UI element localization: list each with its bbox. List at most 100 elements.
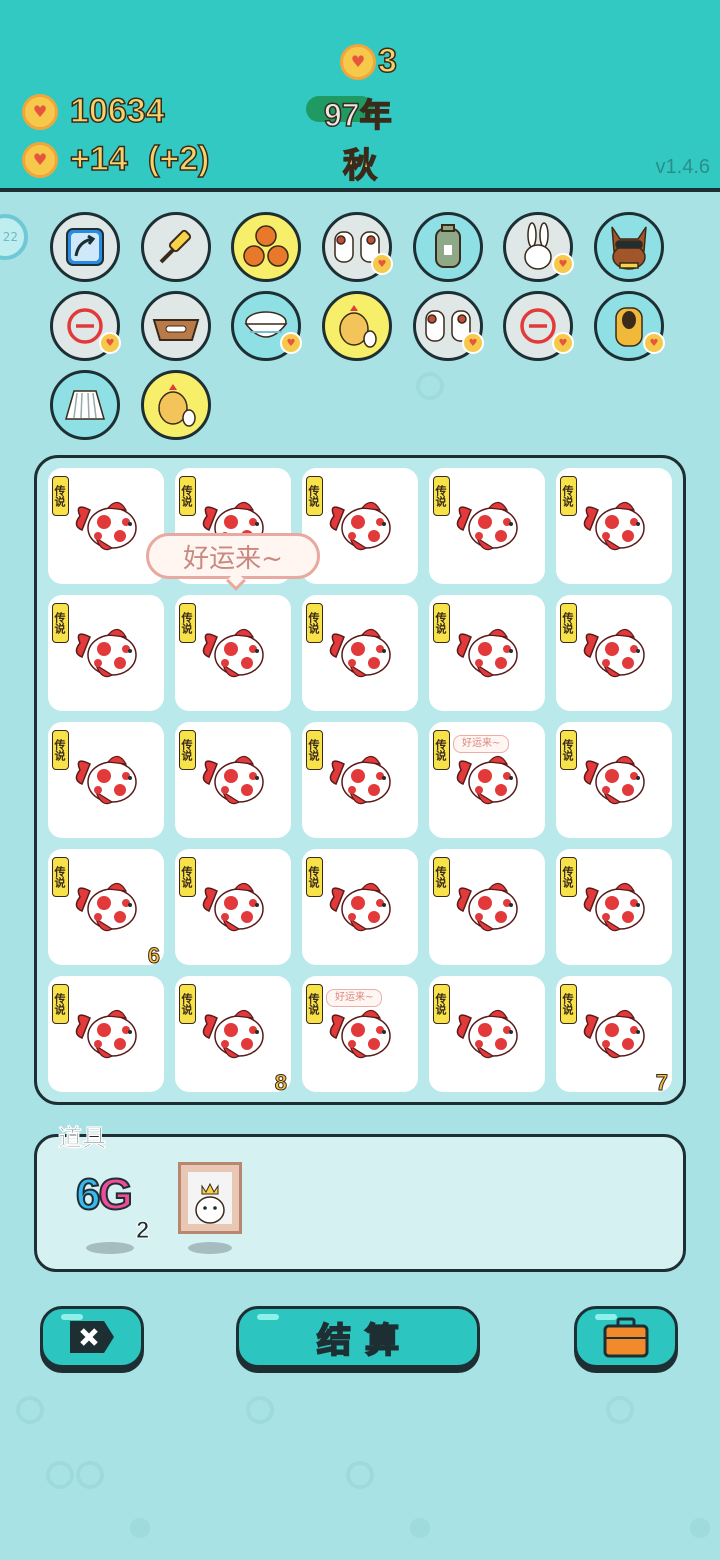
item-skirt[interactable] xyxy=(50,370,120,440)
legendary-tag: 传说 xyxy=(560,730,577,770)
legendary-tag: 传说 xyxy=(52,476,69,516)
koi-fish-icon xyxy=(329,501,391,551)
item-minus-circle[interactable]: ♥ xyxy=(503,291,574,361)
tools-panel xyxy=(34,1134,686,1272)
husky-king-photo-icon[interactable] xyxy=(178,1162,242,1234)
income-per-turn: +14 xyxy=(69,139,128,179)
season-label: 秋 xyxy=(342,146,378,186)
coin-badge-icon: ♥ xyxy=(371,253,393,275)
item-swap-arrow[interactable] xyxy=(50,212,120,282)
coin-badge-icon: ♥ xyxy=(280,332,302,354)
item-sack[interactable] xyxy=(413,212,483,282)
koi-cell[interactable]: 传说 xyxy=(175,722,291,838)
close-button[interactable] xyxy=(40,1306,144,1368)
koi-fish-icon xyxy=(202,882,264,932)
koi-cell[interactable]: 传说 xyxy=(48,595,164,711)
item-rice-bowl[interactable]: ♥ xyxy=(231,291,302,361)
koi-cell[interactable]: 传说 好运来~ xyxy=(302,976,418,1092)
close-tag-icon xyxy=(70,1321,114,1353)
koi-fish-icon xyxy=(75,882,137,932)
koi-cell[interactable]: 传说 xyxy=(175,849,291,965)
legendary-tag: 传说 xyxy=(433,984,450,1024)
koi-cell[interactable]: 传说 xyxy=(429,595,545,711)
dog-bowl-icon xyxy=(152,319,200,341)
koi-fish-icon xyxy=(456,501,518,551)
cell-counter: 6 xyxy=(147,943,160,969)
version-label: v1.4.6 xyxy=(655,156,710,178)
koi-cell[interactable]: 传说 xyxy=(556,722,672,838)
koi-cell[interactable]: 传说 7 xyxy=(556,976,672,1096)
item-basketballs[interactable] xyxy=(231,212,301,282)
koi-cell[interactable]: 传说 xyxy=(429,849,545,965)
koi-cell[interactable]: 传说 xyxy=(302,468,418,584)
legendary-tag: 传说 xyxy=(433,730,450,770)
item-cheetah[interactable]: ♥ xyxy=(594,291,665,361)
koi-cell[interactable]: 传说 6 xyxy=(48,849,164,969)
item-chicken-egg[interactable] xyxy=(141,370,211,440)
item-chicken-egg[interactable] xyxy=(322,291,392,361)
legendary-tag: 传说 xyxy=(433,476,450,516)
item-sunglasses-dog[interactable] xyxy=(594,212,664,282)
koi-fish-icon xyxy=(202,628,264,678)
koi-cell[interactable]: 传说 xyxy=(302,849,418,965)
koi-cell[interactable]: 传说 xyxy=(429,976,545,1092)
koi-cell[interactable]: 传说 xyxy=(48,976,164,1092)
speech-bubble: 好运来~ xyxy=(146,533,320,579)
koi-cell[interactable]: 传说 xyxy=(556,595,672,711)
settle-label: 结算 xyxy=(316,1320,413,1362)
koi-fish-icon xyxy=(456,1009,518,1059)
koi-cell[interactable]: 传说 xyxy=(175,595,291,711)
koi-cell[interactable]: 传说 xyxy=(429,468,545,584)
item-minus-circle[interactable]: ♥ xyxy=(50,291,121,361)
basketballs-icon xyxy=(243,225,289,267)
item-screwdriver[interactable] xyxy=(141,212,211,282)
top-status-bar: ♥ 3 ♥ 10634 ♥ +14 (+2) 97年 秋 v1.4.6 xyxy=(0,0,720,192)
6g-tool[interactable]: 6G xyxy=(75,1169,134,1220)
koi-cell[interactable]: 传说 好运来~ xyxy=(429,722,545,838)
koi-fish-icon xyxy=(202,755,264,805)
koi-fish-icon xyxy=(75,1009,137,1059)
legendary-tag: 传说 xyxy=(306,730,323,770)
koi-cell[interactable]: 传说 xyxy=(48,722,164,838)
mini-speech-bubble: 好运来~ xyxy=(326,989,383,1007)
legendary-tag: 传说 xyxy=(560,984,577,1024)
koi-cell[interactable]: 传说 xyxy=(302,722,418,838)
bag-button[interactable] xyxy=(574,1306,678,1368)
legendary-tag: 传说 xyxy=(52,730,69,770)
settle-button[interactable]: 结算 xyxy=(236,1306,480,1368)
koi-cell[interactable]: 传说 xyxy=(556,849,672,965)
koi-fish-icon xyxy=(75,628,137,678)
item-dog-bowl[interactable] xyxy=(141,291,211,361)
koi-cell[interactable]: 传说 xyxy=(556,468,672,584)
legendary-tag: 传说 xyxy=(306,857,323,897)
sack-icon xyxy=(435,224,461,268)
koi-cell[interactable]: 传说 xyxy=(48,468,164,584)
coin-badge-icon: ♥ xyxy=(99,332,121,354)
koi-cell[interactable]: 传说 xyxy=(302,595,418,711)
koi-fish-icon xyxy=(583,1009,645,1059)
tools-label: 道具 xyxy=(58,1124,107,1153)
legendary-tag: 传说 xyxy=(306,603,323,643)
item-cow-pair[interactable]: ♥ xyxy=(413,291,484,361)
legendary-tag: 传说 xyxy=(52,603,69,643)
koi-fish-icon xyxy=(329,628,391,678)
skirt-icon xyxy=(65,390,105,420)
koi-fish-icon xyxy=(202,1009,264,1059)
koi-fish-icon xyxy=(583,882,645,932)
money-total: 10634 xyxy=(69,91,165,131)
legendary-tag: 传说 xyxy=(306,984,323,1024)
cell-counter: 7 xyxy=(655,1070,668,1096)
briefcase-icon xyxy=(603,1317,649,1358)
koi-cell[interactable]: 传说 8 xyxy=(175,976,291,1096)
legendary-tag: 传说 xyxy=(433,857,450,897)
item-cow-pair[interactable]: ♥ xyxy=(322,212,393,282)
legendary-tag: 传说 xyxy=(560,603,577,643)
swap-arrow-icon xyxy=(66,228,104,266)
koi-fish-icon xyxy=(583,501,645,551)
item-rabbit[interactable]: ♥ xyxy=(503,212,574,282)
coin-icon: ♥ xyxy=(22,142,58,178)
sunglasses-dog-icon xyxy=(611,226,647,270)
coin-badge-icon: ♥ xyxy=(552,332,574,354)
legendary-tag: 传说 xyxy=(52,857,69,897)
screwdriver-icon xyxy=(159,229,192,264)
